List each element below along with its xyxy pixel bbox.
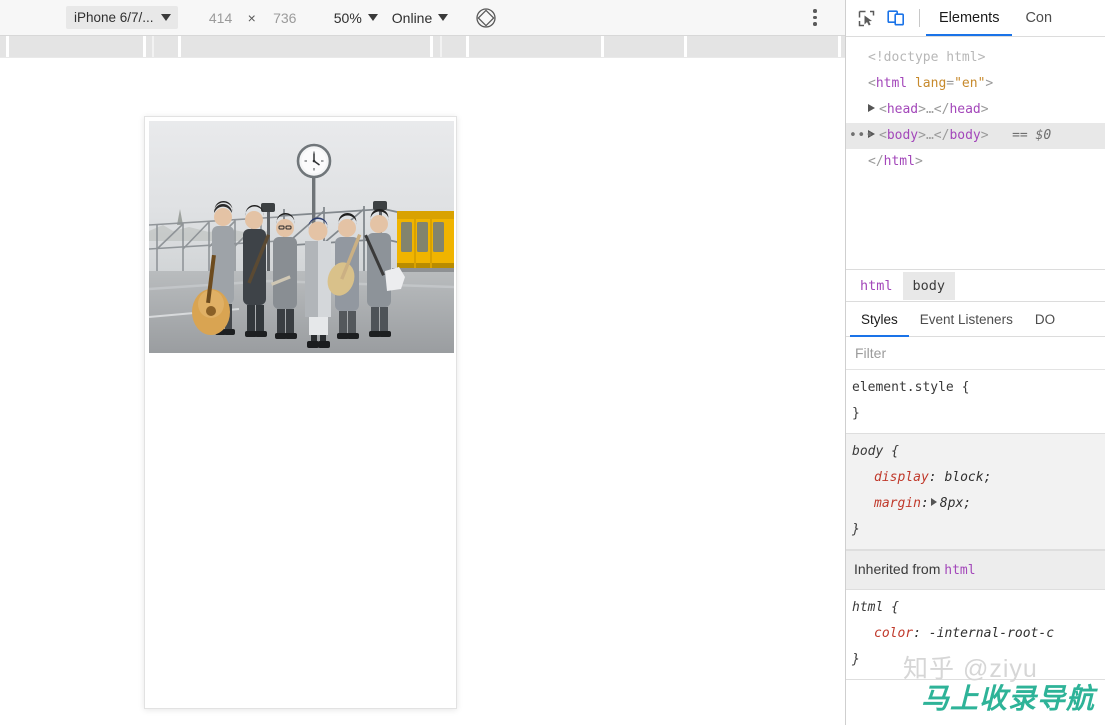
ruler-tick	[601, 36, 604, 57]
inspect-element-icon[interactable]	[851, 0, 881, 36]
css-declaration[interactable]: display: block;	[852, 465, 1105, 491]
css-selector: html {	[852, 600, 899, 615]
tab-event-listeners[interactable]: Event Listeners	[909, 302, 1024, 336]
dom-row-head[interactable]: <head>…</head> <head>…</head>	[846, 97, 1105, 123]
styles-sidebar-tabbar: Styles Event Listeners DO	[846, 301, 1105, 337]
breadcrumb: html body	[846, 269, 1105, 301]
breadcrumb-item-html[interactable]: html	[850, 272, 903, 300]
device-emulation-pane: iPhone 6/7/... 414 × 736 50% Online	[0, 0, 845, 725]
dom-row-html-close[interactable]: </html> </html>	[846, 149, 1105, 175]
css-rule-close: }	[852, 522, 860, 537]
band-photograph	[149, 121, 454, 353]
css-rule-html[interactable]: html { color: -internal-root-c }	[846, 590, 1105, 680]
dom-row-doctype[interactable]: <!doctype html>	[846, 45, 1105, 71]
devtools-window: iPhone 6/7/... 414 × 736 50% Online Elem…	[0, 0, 1105, 725]
expand-triangle-icon[interactable]	[868, 104, 875, 112]
viewport-height-input[interactable]: 736	[266, 10, 304, 26]
expand-triangle-icon[interactable]	[930, 498, 937, 506]
css-rules-list[interactable]: element.style { } body { display: block;…	[846, 370, 1105, 725]
css-rule-element-style[interactable]: element.style { }	[846, 370, 1105, 434]
more-options-icon[interactable]	[805, 7, 825, 29]
ruler-tick	[440, 36, 442, 57]
chevron-down-icon	[160, 14, 171, 21]
css-declaration[interactable]: color: -internal-root-c	[852, 621, 1105, 647]
chevron-down-icon	[367, 14, 378, 21]
css-property: display	[874, 470, 929, 485]
viewport-width-input[interactable]: 414	[204, 10, 238, 26]
devtools-tabbar: Elements Con	[846, 0, 1105, 37]
ruler-tick	[684, 36, 687, 57]
tab-styles[interactable]: Styles	[850, 302, 909, 337]
css-rule-close: }	[852, 652, 860, 667]
emulated-device-viewport[interactable]	[144, 116, 457, 709]
toggle-device-toolbar-icon[interactable]	[881, 0, 911, 36]
dom-row-menu-icon[interactable]: •••	[849, 123, 874, 149]
css-value[interactable]: -internal-root-c	[929, 626, 1054, 641]
tab-dom-breakpoints[interactable]: DO	[1024, 302, 1066, 336]
inherited-from-header: Inherited from html	[846, 550, 1105, 590]
viewport-ruler	[0, 36, 845, 58]
tab-elements[interactable]: Elements	[926, 0, 1013, 36]
chevron-down-icon	[438, 14, 449, 21]
ruler-tick	[466, 36, 469, 57]
css-property: margin	[874, 496, 921, 511]
styles-filter[interactable]	[846, 337, 1105, 370]
rotate-device-icon[interactable]	[473, 5, 499, 31]
dom-selected-marker: == $0	[1012, 128, 1052, 143]
css-selector: element.style {	[852, 380, 970, 395]
network-throttling-label: Online	[391, 9, 433, 26]
ruler-tick	[6, 36, 9, 57]
device-selector-label: iPhone 6/7/...	[74, 10, 154, 25]
dom-doctype-text: <!doctype html>	[868, 50, 986, 65]
css-property: color	[874, 626, 914, 641]
zoom-level-dropdown[interactable]: 50%	[334, 10, 378, 26]
zoom-level-label: 50%	[333, 9, 362, 26]
styles-filter-input[interactable]	[853, 344, 1105, 362]
toolbar-separator	[919, 9, 920, 27]
ruler-tick	[430, 36, 433, 57]
css-value[interactable]: 8px;	[940, 496, 971, 511]
css-declaration[interactable]: margin: 8px;	[852, 491, 1105, 517]
emulated-page-body	[145, 117, 456, 357]
toolbar-left-spacer	[0, 17, 66, 18]
dimension-separator: ×	[247, 9, 256, 26]
css-rule-body[interactable]: body { display: block; margin: 8px; }	[846, 434, 1105, 550]
dom-row-body[interactable]: ••• <body>…</body> == $0	[846, 123, 1105, 149]
device-selector-dropdown[interactable]: iPhone 6/7/...	[66, 6, 178, 29]
tab-console[interactable]: Con	[1012, 0, 1065, 36]
ruler-tick	[838, 36, 841, 57]
ruler-tick	[143, 36, 146, 57]
css-value[interactable]: block;	[944, 470, 991, 485]
inherited-tag: html	[944, 563, 976, 578]
inherited-prefix: Inherited from	[854, 561, 941, 577]
css-selector: body {	[852, 444, 899, 459]
dom-tree[interactable]: <!doctype html> <html lang="en"> <html l…	[846, 37, 1105, 269]
css-rule-close: }	[852, 406, 860, 421]
devtools-panel: Elements Con <!doctype html> <html lang=…	[845, 0, 1105, 725]
ruler-tick	[152, 36, 154, 57]
breadcrumb-item-body[interactable]: body	[902, 271, 956, 300]
device-emulation-toolbar: iPhone 6/7/... 414 × 736 50% Online	[0, 0, 845, 36]
emulation-canvas	[0, 58, 845, 725]
network-throttling-dropdown[interactable]: Online	[391, 9, 449, 26]
ruler-tick	[178, 36, 181, 57]
dom-row-html-open[interactable]: <html lang="en"> <html lang="en">	[846, 71, 1105, 97]
